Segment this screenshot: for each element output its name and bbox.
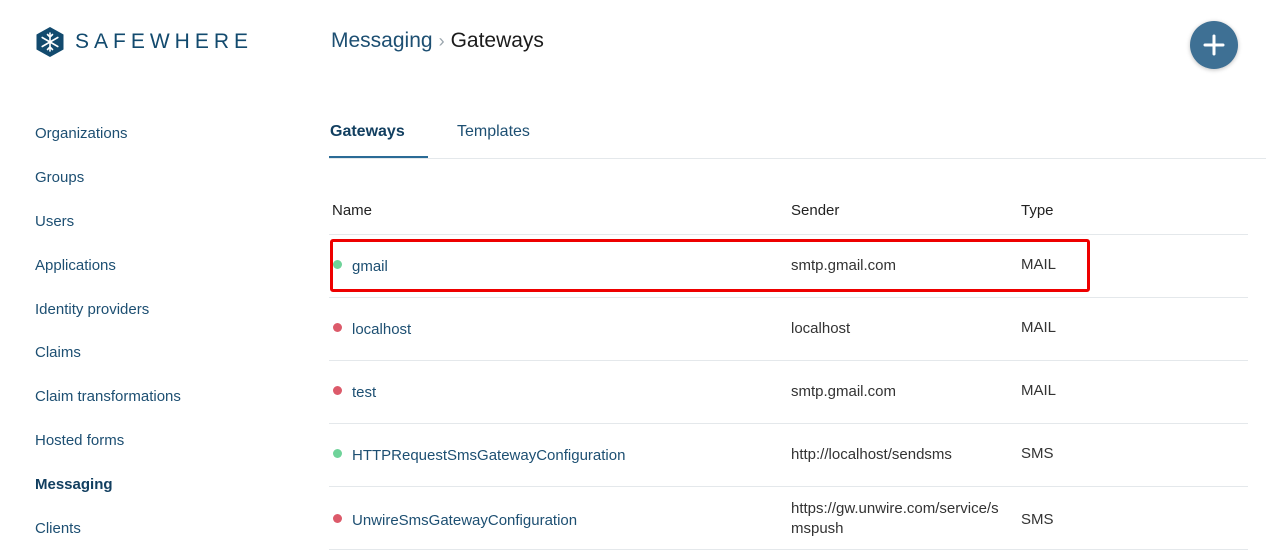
brand-name: SAFEWHERE	[75, 30, 254, 53]
gateway-type: MAIL	[1021, 256, 1057, 273]
sidebar-item-claim-transformations[interactable]: Claim transformations	[35, 375, 181, 419]
gateway-type: SMS	[1021, 511, 1054, 528]
breadcrumb: Messaging › Gateways	[331, 29, 544, 53]
sidebar-item-users[interactable]: Users	[35, 200, 181, 244]
table-header: Name Sender Type	[329, 188, 1248, 235]
status-inactive-dot	[333, 323, 342, 332]
gateway-name-link[interactable]: HTTPRequestSmsGatewayConfiguration	[352, 447, 625, 464]
tab-templates[interactable]: Templates	[457, 123, 530, 141]
brand-logo[interactable]: SAFEWHERE	[35, 26, 253, 58]
add-gateway-button[interactable]	[1190, 21, 1238, 69]
gateway-name-link[interactable]: localhost	[352, 321, 411, 338]
sidebar-item-identity-providers[interactable]: Identity providers	[35, 288, 181, 332]
status-active-dot	[333, 260, 342, 269]
table-row[interactable]: HTTPRequestSmsGatewayConfiguration http:…	[329, 424, 1248, 487]
gateway-sender: localhost	[791, 320, 851, 337]
table-row[interactable]: UnwireSmsGatewayConfiguration https://gw…	[329, 487, 1248, 550]
tab-gateways[interactable]: Gateways	[330, 123, 405, 141]
gateways-table: Name Sender Type gmail smtp.gmail.com MA…	[329, 188, 1248, 550]
sidebar-item-organizations[interactable]: Organizations	[35, 112, 181, 156]
table-row[interactable]: gmail smtp.gmail.com MAIL	[329, 235, 1248, 298]
page-title: Gateways	[450, 29, 544, 52]
sidebar-item-hosted-forms[interactable]: Hosted forms	[35, 419, 181, 463]
breadcrumb-separator: ›	[438, 31, 445, 51]
sidebar-item-messaging[interactable]: Messaging	[35, 463, 181, 507]
status-inactive-dot	[333, 514, 342, 523]
snowflake-logo-icon	[35, 26, 65, 58]
table-row[interactable]: localhost localhost MAIL	[329, 298, 1248, 361]
gateway-name-link[interactable]: UnwireSmsGatewayConfiguration	[352, 512, 577, 529]
column-header-sender[interactable]: Sender	[791, 202, 839, 219]
sidebar-item-applications[interactable]: Applications	[35, 244, 181, 288]
breadcrumb-parent-link[interactable]: Messaging	[331, 29, 433, 53]
gateway-sender: smtp.gmail.com	[791, 383, 897, 400]
status-active-dot	[333, 449, 342, 458]
sidebar-item-claims[interactable]: Claims	[35, 331, 181, 375]
sidebar-item-groups[interactable]: Groups	[35, 156, 181, 200]
status-inactive-dot	[333, 386, 342, 395]
gateway-type: MAIL	[1021, 382, 1057, 399]
sidebar-nav: Organizations Groups Users Applications …	[35, 112, 181, 551]
gateway-name-link[interactable]: test	[352, 384, 376, 401]
table-row[interactable]: test smtp.gmail.com MAIL	[329, 361, 1248, 424]
gateway-sender: https://gw.unwire.com/service/smspush	[791, 500, 999, 537]
plus-icon	[1190, 21, 1238, 69]
column-header-name[interactable]: Name	[332, 202, 372, 219]
active-tab-indicator	[329, 156, 428, 158]
column-header-type[interactable]: Type	[1021, 202, 1054, 219]
tab-bar: Gateways Templates	[329, 112, 1266, 159]
gateway-type: SMS	[1021, 445, 1054, 462]
gateway-type: MAIL	[1021, 319, 1057, 336]
sidebar-item-clients[interactable]: Clients	[35, 507, 181, 551]
gateway-sender: http://localhost/sendsms	[791, 446, 952, 463]
gateway-sender: smtp.gmail.com	[791, 257, 897, 274]
gateway-name-link[interactable]: gmail	[352, 258, 388, 275]
